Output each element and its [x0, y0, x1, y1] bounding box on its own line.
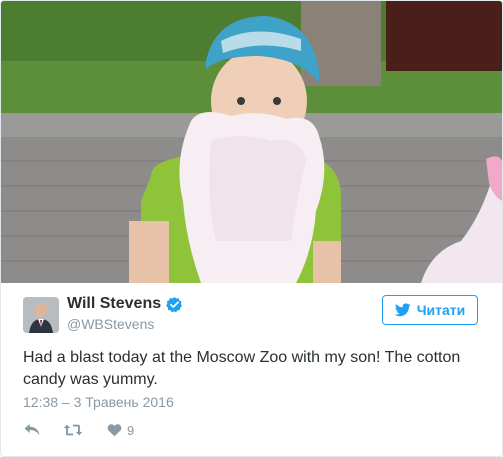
follow-button-label: Читати — [416, 302, 466, 318]
avatar[interactable] — [23, 297, 59, 333]
tweet-photo[interactable] — [1, 1, 502, 283]
retweet-button[interactable] — [63, 422, 83, 438]
verified-badge-icon — [166, 296, 183, 312]
reply-button[interactable] — [23, 422, 41, 438]
follow-button[interactable]: Читати — [382, 295, 478, 325]
tweet-body: Will Stevens @WBStevens Читати Had a bla… — [1, 283, 502, 456]
reply-icon — [24, 424, 40, 436]
like-count: 9 — [127, 422, 135, 438]
twitter-bird-icon — [394, 303, 411, 317]
author-name[interactable]: Will Stevens — [67, 295, 161, 313]
author-handle[interactable]: @WBStevens — [67, 316, 154, 332]
tweet-timestamp[interactable]: 12:38 – 3 Травень 2016 — [23, 394, 174, 410]
tweet-text: Had a blast today at the Moscow Zoo with… — [23, 349, 461, 388]
like-button[interactable]: 9 — [107, 423, 134, 438]
tweet-card: Will Stevens @WBStevens Читати Had a bla… — [0, 0, 503, 457]
author-row: Will Stevens — [67, 295, 183, 313]
heart-icon — [107, 424, 122, 437]
retweet-icon — [63, 424, 83, 436]
tweet-actions: 9 — [23, 422, 134, 438]
